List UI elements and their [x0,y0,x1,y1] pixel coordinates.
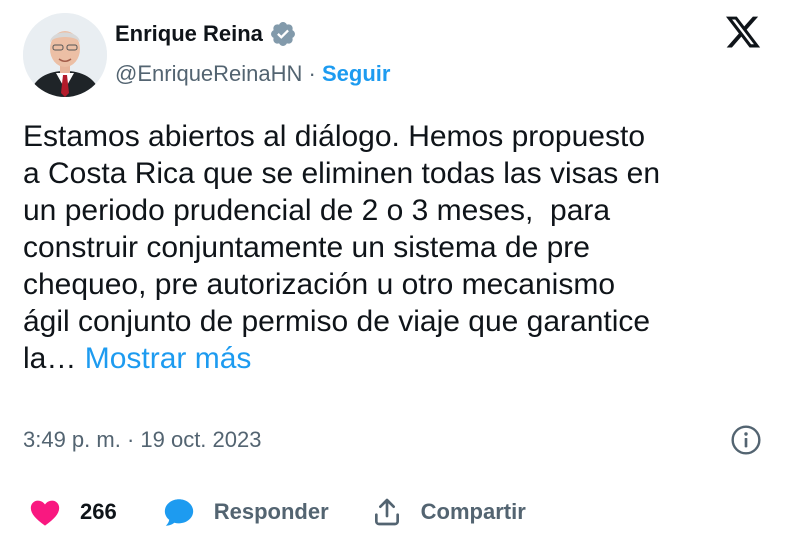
tweet-text-line: ágil conjunto de permiso de viaje que ga… [23,305,651,338]
tweet-text-line: un periodo prudencial de 2 o 3 meses, pa… [23,194,611,227]
tweet-text-line: a Costa Rica que se eliminen todas las v… [23,157,661,190]
separator-dot: · [308,61,316,86]
tweet-text-last-line: la… Mostrar más [23,340,768,377]
reply-label: Responder [213,499,329,524]
like-button[interactable]: 266 [28,495,117,529]
tweet-text-truncated: la… [23,342,77,375]
author-name[interactable]: Enrique Reina [115,21,263,47]
author-name-row: Enrique Reina [115,20,297,48]
follow-button[interactable]: Seguir [322,61,390,86]
show-more-link[interactable]: Mostrar más [85,342,252,375]
tweet-text-line: Estamos abiertos al diálogo. Hemos propu… [23,120,646,153]
tweet-text-line: chequeo, pre autorización u otro mecanis… [23,268,616,301]
avatar-image [23,13,107,97]
verified-badge-icon [269,20,297,48]
reply-button[interactable]: Responder [162,495,329,529]
share-label: Compartir [420,499,526,524]
share-button[interactable]: Compartir [371,496,526,528]
handle-row: @EnriqueReinaHN · Seguir [115,61,390,87]
like-count: 266 [80,499,117,524]
tweet-timestamp[interactable]: 3:49 p. m. · 19 oct. 2023 [23,427,261,453]
speech-bubble-icon [162,495,196,529]
tweet-text-line: construir conjuntamente un sistema de pr… [23,231,590,264]
x-logo-icon[interactable] [723,13,763,51]
action-bar: 266 Responder Compartir [28,495,526,529]
tweet-text: Estamos abiertos al diálogo. Hemos propu… [23,118,768,377]
author-handle[interactable]: @EnriqueReinaHN [115,61,302,86]
avatar[interactable] [23,13,107,97]
heart-icon [28,495,62,529]
share-icon [371,496,403,528]
info-icon[interactable] [730,424,762,456]
